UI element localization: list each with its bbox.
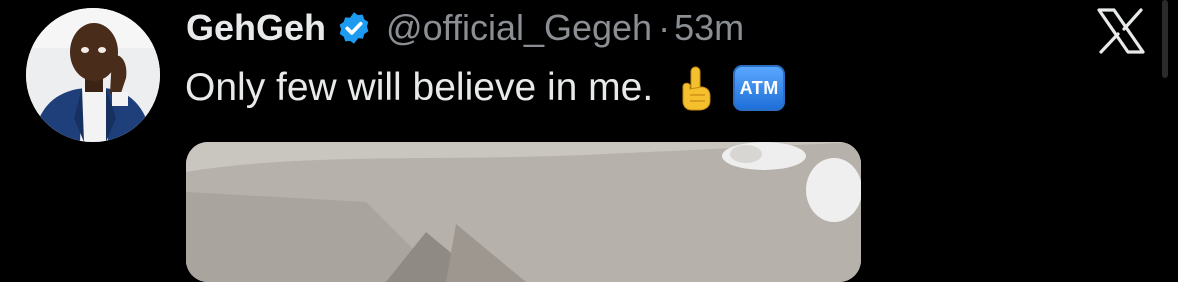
separator-dot: · — [658, 7, 671, 48]
avatar[interactable] — [26, 8, 160, 142]
timestamp[interactable]: 53m — [674, 7, 744, 49]
media-image — [186, 142, 861, 282]
scrollbar[interactable] — [1162, 0, 1168, 78]
index-pointing-up-emoji — [679, 65, 713, 111]
display-name[interactable]: GehGeh — [186, 7, 326, 49]
media-thumbnail[interactable] — [186, 142, 861, 282]
handle[interactable]: @official_Gegeh — [386, 7, 652, 49]
verified-badge-icon — [336, 10, 372, 46]
tweet-text: Only few will believe in me. ATM — [185, 64, 786, 112]
atm-sign-emoji: ATM — [733, 65, 786, 111]
tweet-header: GehGeh @official_Gegeh · 53m — [186, 6, 744, 50]
avatar-image — [26, 8, 160, 142]
tweet-body: Only few will believe in me. — [185, 66, 654, 109]
x-logo-icon[interactable] — [1096, 8, 1146, 54]
